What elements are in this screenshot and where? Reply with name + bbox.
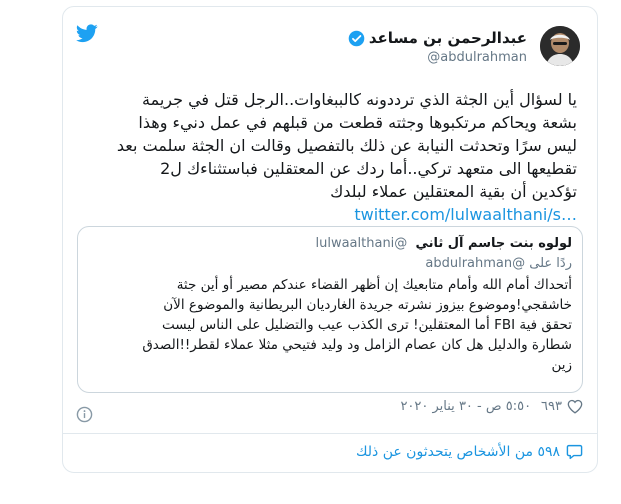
author-name-row[interactable]: عبدالرحمن بن مساعد — [348, 29, 527, 47]
verified-badge-icon — [348, 30, 365, 46]
tweet-line: تؤكدين أن بقية المعتقلين عملاء لبلدك — [87, 180, 577, 203]
quoted-line: زين — [551, 357, 572, 373]
quoted-text: أتحداك أمام الله وأمام متابعيك إن أظهر ا… — [88, 275, 572, 375]
reply-prefix: ردًا على — [529, 256, 572, 271]
tweet-line: ليس سرًا وتحدثت النيابة عن ذلك بالتفصيل … — [116, 136, 577, 155]
timestamp[interactable]: ٥:٥٠ ص - ٣٠ يناير ٢٠٢٠ — [400, 399, 531, 414]
quoted-line: أتحداك أمام الله وأمام متابعيك إن أظهر ا… — [176, 277, 572, 293]
tweet-line: تقطيعها الى متعهد تركي..أما ردك عن المعت… — [160, 159, 577, 178]
quoted-line: تحقق فية FBI أما المعتقلين! ترى الكذب عي… — [162, 317, 572, 333]
tweet-link[interactable]: twitter.com/lulwaalthani/s… — [87, 203, 577, 226]
author-block: عبدالرحمن بن مساعد @abdulrahman — [348, 29, 527, 65]
tweet-text: يا لسؤال أين الجثة الذي ترددونه كالببغاو… — [87, 88, 577, 226]
like-group[interactable]: ٦٩٣ — [541, 399, 583, 414]
tweet-line-text: تؤكدين أن بقية المعتقلين عملاء لبلدك — [330, 182, 577, 201]
tweet-line: يا لسؤال أين الجثة الذي ترددونه كالببغاو… — [141, 90, 577, 109]
avatar-image — [540, 26, 580, 66]
embedded-tweet-card: عبدالرحمن بن مساعد @abdulrahman يا لسؤال… — [62, 6, 598, 473]
quoted-author: لولوه بنت جاسم آل ثاني @lulwaalthani — [316, 236, 573, 251]
reply-mention: @abdulrahman — [425, 256, 526, 271]
like-count[interactable]: ٦٩٣ — [541, 399, 562, 414]
tweet-line: بشعة ويحاكم مرتكبوها وجثته قطعت من قبلهم… — [138, 113, 577, 132]
quoted-tweet[interactable]: لولوه بنت جاسم آل ثاني @lulwaalthani ردً… — [77, 226, 583, 393]
info-icon[interactable] — [76, 406, 93, 423]
tweet-meta: ٦٩٣ ٥:٥٠ ص - ٣٠ يناير ٢٠٢٠ — [400, 399, 583, 414]
reply-context: ردًا على @abdulrahman — [425, 256, 572, 271]
author-handle[interactable]: @abdulrahman — [348, 50, 527, 65]
quoted-line: شطارة والدليل هل كان عصام الزامل ود وليد… — [142, 337, 572, 353]
author-avatar[interactable] — [540, 26, 580, 66]
speech-bubble-icon — [566, 444, 583, 460]
quoted-line: خاشقجي!وموضوع بيزوز نشرته جريدة الغارديا… — [163, 297, 572, 313]
divider — [63, 433, 597, 434]
author-name[interactable]: عبدالرحمن بن مساعد — [369, 29, 527, 47]
quoted-author-name: لولوه بنت جاسم آل ثاني — [415, 236, 572, 251]
heart-icon[interactable] — [567, 399, 583, 414]
conversation-link[interactable]: ٥٩٨ من الأشخاص يتحدثون عن ذلك — [356, 444, 583, 460]
quoted-author-handle: @lulwaalthani — [315, 236, 408, 251]
twitter-bird-icon[interactable] — [76, 24, 98, 43]
people-talking-text[interactable]: ٥٩٨ من الأشخاص يتحدثون عن ذلك — [356, 444, 560, 460]
